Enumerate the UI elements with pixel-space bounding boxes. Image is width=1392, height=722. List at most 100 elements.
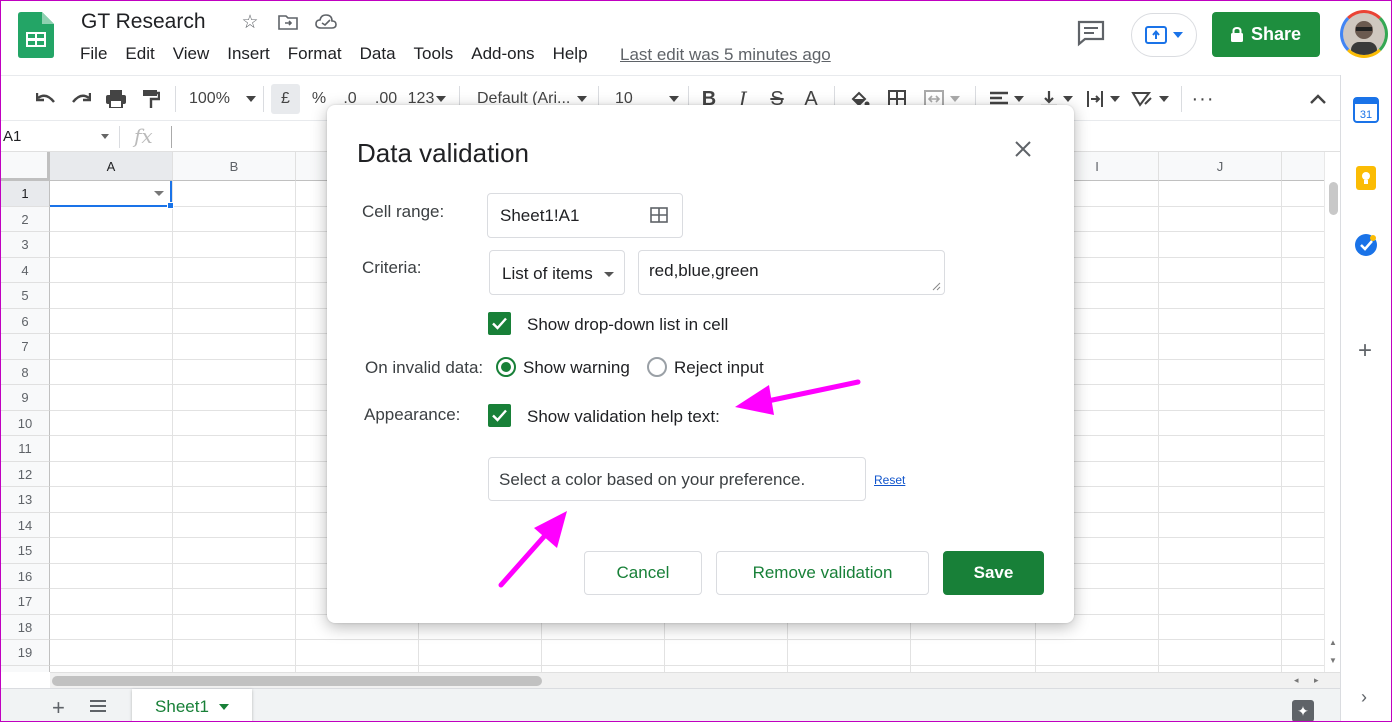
svg-text:31: 31: [1360, 109, 1372, 121]
scroll-down-arrow-icon[interactable]: ▼: [1329, 656, 1337, 665]
menu-file[interactable]: File: [80, 44, 107, 64]
row-header-17[interactable]: 17: [1, 589, 50, 615]
close-icon[interactable]: [1013, 139, 1033, 159]
row-header-10[interactable]: 10: [1, 411, 50, 436]
avatar[interactable]: [1340, 10, 1388, 58]
reset-link[interactable]: Reset: [874, 473, 905, 487]
row-header-11[interactable]: 11: [1, 436, 50, 462]
gridline: [1158, 181, 1159, 672]
scroll-right-arrow-icon[interactable]: ▸: [1314, 675, 1319, 686]
horizontal-scrollbar[interactable]: ◂ ▸: [50, 672, 1340, 688]
reject-input-radio[interactable]: [647, 357, 667, 377]
add-sheet-icon[interactable]: +: [52, 695, 65, 721]
share-button[interactable]: Share: [1212, 12, 1320, 57]
column-header-a[interactable]: A: [50, 152, 173, 181]
scroll-left-arrow-icon[interactable]: ◂: [1294, 675, 1299, 686]
cell-range-input[interactable]: Sheet1!A1: [487, 193, 683, 238]
cell-dropdown-icon[interactable]: [154, 191, 164, 196]
name-box[interactable]: A1: [3, 128, 21, 145]
collapse-menus-icon[interactable]: [1306, 86, 1330, 112]
row-header-9[interactable]: 9: [1, 385, 50, 411]
show-side-panel-icon[interactable]: ›: [1361, 687, 1367, 708]
select-all-corner[interactable]: [1, 152, 50, 181]
keep-icon[interactable]: [1353, 165, 1379, 191]
criteria-items-input[interactable]: red,blue,green: [638, 250, 945, 295]
cancel-button[interactable]: Cancel: [584, 551, 702, 595]
column-header-k[interactable]: [1282, 152, 1327, 181]
row-header-6[interactable]: 6: [1, 309, 50, 334]
row-header-3[interactable]: 3: [1, 232, 50, 258]
star-icon[interactable]: ☆: [237, 10, 263, 34]
resize-handle-icon[interactable]: [932, 282, 941, 291]
show-help-text-checkbox[interactable]: [488, 404, 511, 427]
menu-help[interactable]: Help: [553, 44, 588, 64]
toolbar-divider: [175, 86, 176, 112]
select-range-icon[interactable]: [650, 207, 668, 223]
row-header-16[interactable]: 16: [1, 564, 50, 589]
scroll-up-arrow-icon[interactable]: ▲: [1329, 638, 1337, 647]
gridline: [1281, 181, 1282, 672]
fill-handle[interactable]: [167, 202, 174, 209]
document-title[interactable]: GT Research: [81, 10, 206, 34]
calendar-icon[interactable]: 31: [1353, 97, 1379, 123]
text-rotation-icon[interactable]: [1129, 86, 1171, 112]
last-edit-link[interactable]: Last edit was 5 minutes ago: [620, 45, 831, 65]
chevron-down-icon: [436, 96, 447, 102]
tasks-icon[interactable]: [1353, 232, 1379, 258]
show-warning-radio[interactable]: [496, 357, 516, 377]
print-icon[interactable]: [104, 86, 128, 112]
toolbar-divider: [263, 86, 264, 112]
all-sheets-menu-icon[interactable]: [90, 700, 106, 715]
row-header-1[interactable]: 1: [1, 181, 50, 207]
row-header-15[interactable]: 15: [1, 538, 50, 564]
present-button[interactable]: [1131, 13, 1197, 57]
menu-data[interactable]: Data: [360, 44, 396, 64]
row-header-8[interactable]: 8: [1, 360, 50, 385]
row-header-2[interactable]: 2: [1, 207, 50, 232]
cloud-status-icon[interactable]: [313, 10, 339, 34]
column-header-b[interactable]: B: [173, 152, 296, 181]
currency-format-button[interactable]: £: [271, 84, 300, 114]
menu-edit[interactable]: Edit: [125, 44, 154, 64]
paint-format-icon[interactable]: [139, 86, 163, 112]
save-button[interactable]: Save: [943, 551, 1044, 595]
menu-tools[interactable]: Tools: [414, 44, 454, 64]
more-options-icon[interactable]: ···: [1191, 86, 1215, 112]
gridline: [50, 665, 1340, 666]
horizontal-scroll-thumb[interactable]: [52, 676, 542, 686]
criteria-type-value: List of items: [502, 264, 593, 283]
column-header-j[interactable]: J: [1159, 152, 1282, 181]
undo-icon[interactable]: [34, 86, 58, 112]
gridline: [295, 181, 296, 672]
redo-icon[interactable]: [69, 86, 93, 112]
row-header-18[interactable]: 18: [1, 615, 50, 640]
move-folder-icon[interactable]: [275, 10, 301, 34]
row-header-19[interactable]: 19: [1, 640, 50, 666]
row-header-20[interactable]: [1, 666, 50, 672]
menu-insert[interactable]: Insert: [227, 44, 270, 64]
row-header-4[interactable]: 4: [1, 258, 50, 283]
text-wrapping-icon[interactable]: [1083, 86, 1123, 112]
menu-view[interactable]: View: [173, 44, 210, 64]
criteria-type-select[interactable]: List of items: [489, 250, 625, 295]
menu-addons[interactable]: Add-ons: [471, 44, 534, 64]
get-addons-icon[interactable]: +: [1358, 337, 1372, 365]
menu-format[interactable]: Format: [288, 44, 342, 64]
remove-validation-button[interactable]: Remove validation: [716, 551, 929, 595]
show-dropdown-checkbox[interactable]: [488, 312, 511, 335]
vertical-scroll-thumb[interactable]: [1329, 182, 1338, 215]
sheet-tab-label: Sheet1: [155, 696, 209, 716]
help-text-input[interactable]: Select a color based on your preference.: [488, 457, 866, 501]
zoom-select[interactable]: 100%: [189, 86, 259, 112]
explore-icon[interactable]: ✦: [1292, 700, 1314, 721]
row-header-5[interactable]: 5: [1, 283, 50, 309]
sheets-logo-icon[interactable]: [18, 12, 54, 58]
row-header-12[interactable]: 12: [1, 462, 50, 487]
row-header-13[interactable]: 13: [1, 487, 50, 513]
name-box-dropdown-icon[interactable]: [101, 134, 109, 139]
row-header-14[interactable]: 14: [1, 513, 50, 538]
vertical-scrollbar[interactable]: ▲ ▼: [1324, 152, 1340, 672]
row-header-7[interactable]: 7: [1, 334, 50, 360]
comment-history-icon[interactable]: [1076, 19, 1106, 47]
sheet-tab-sheet1[interactable]: Sheet1: [132, 689, 252, 721]
